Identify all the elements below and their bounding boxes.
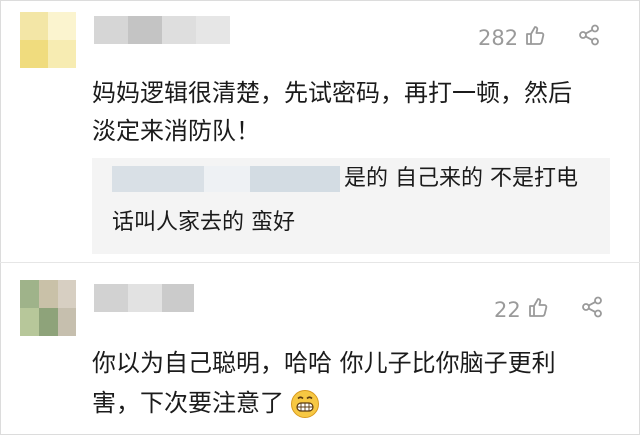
- like-count: 282: [478, 25, 519, 50]
- reply-username-blurred[interactable]: [112, 166, 340, 192]
- like-count: 22: [494, 297, 521, 322]
- thumbs-up-icon[interactable]: [524, 24, 546, 51]
- comment-text-line: 害，下次要注意了: [92, 389, 284, 417]
- comment-meta: 282: [478, 24, 600, 51]
- grinning-face-icon: [290, 389, 320, 423]
- reply-text-line: 话叫人家去的 蛮好: [112, 210, 295, 235]
- comment-divider: [0, 262, 640, 263]
- comment-text-line: 妈妈逻辑很清楚，先试密码，再打一顿，然后: [92, 79, 572, 107]
- share-icon[interactable]: [581, 296, 603, 323]
- reply-box[interactable]: 是的 自己来的 不是打电 话叫人家去的 蛮好: [92, 158, 610, 254]
- avatar[interactable]: [20, 12, 76, 68]
- comment-text-line: 淡定来消防队！: [92, 117, 260, 145]
- share-icon[interactable]: [578, 24, 600, 51]
- avatar[interactable]: [20, 280, 76, 336]
- username-blurred[interactable]: [94, 16, 230, 44]
- comment-meta: 22: [494, 296, 603, 323]
- username-blurred[interactable]: [94, 284, 194, 312]
- comment-text-line: 你以为自己聪明，哈哈 你儿子比你脑子更利: [92, 349, 556, 377]
- thumbs-up-icon[interactable]: [527, 296, 549, 323]
- reply-text-line: 是的 自己来的 不是打电: [344, 166, 578, 191]
